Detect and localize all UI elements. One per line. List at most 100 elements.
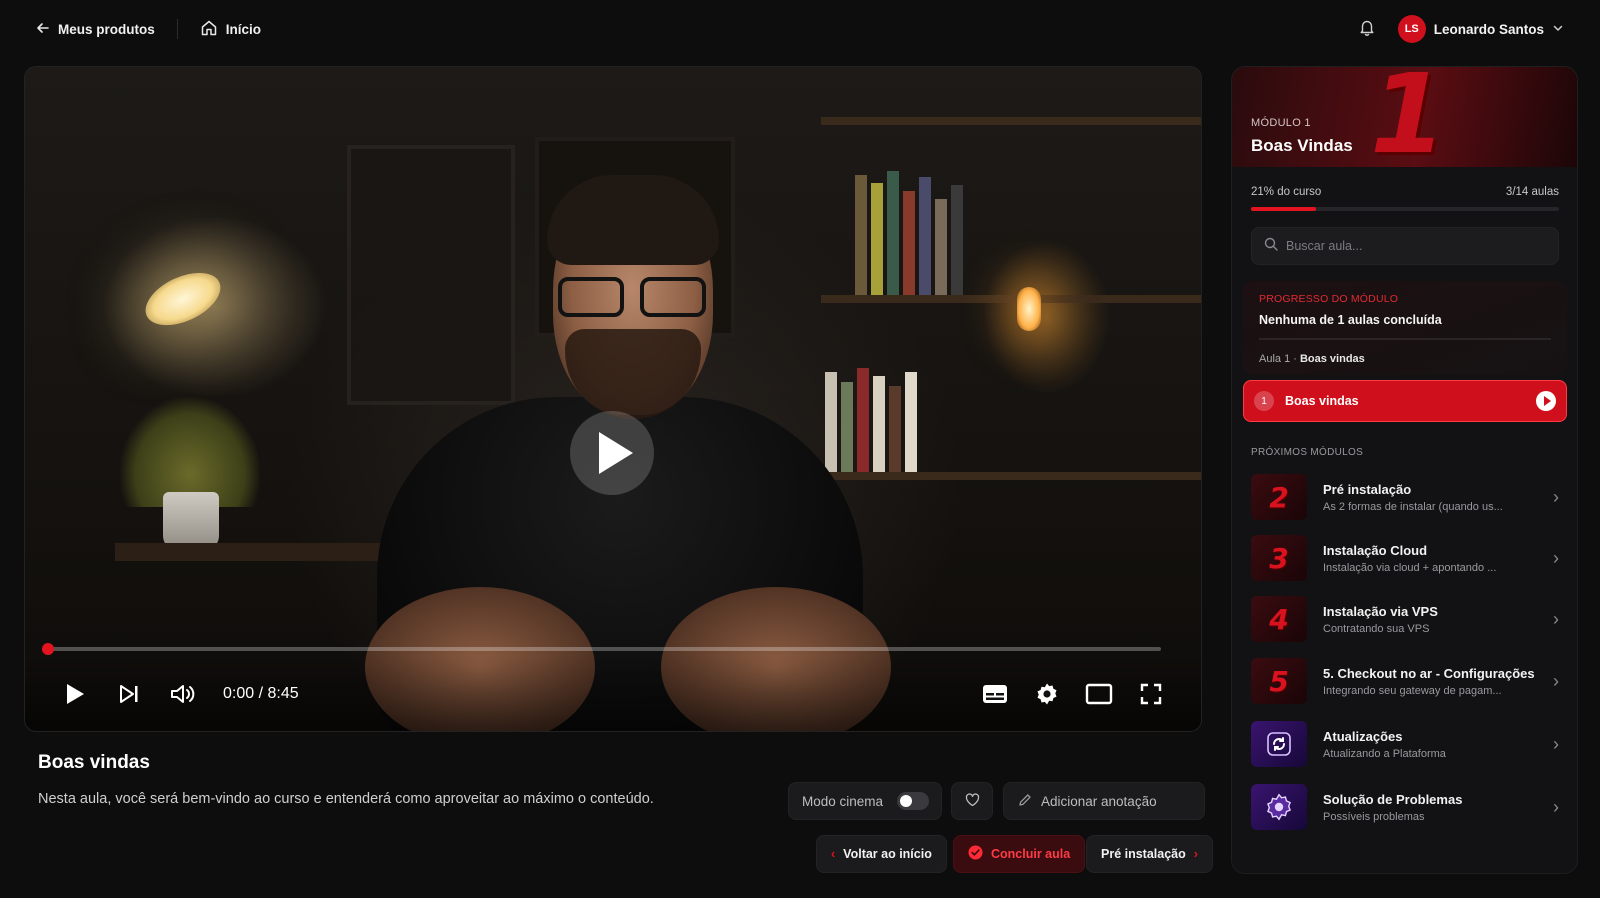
- plant: [120, 397, 260, 507]
- home-label: Início: [225, 21, 262, 37]
- back-to-products-link[interactable]: Meus produtos: [36, 21, 155, 38]
- complete-lesson-button[interactable]: Concluir aula: [953, 835, 1086, 873]
- home-icon: [200, 19, 218, 40]
- search-icon: [1264, 237, 1278, 256]
- module-thumbnail-2: 2: [1251, 474, 1307, 520]
- top-bar: Meus produtos Início LS Leonardo Santos: [0, 0, 1600, 58]
- chevron-right-icon: ›: [1553, 733, 1559, 754]
- current-lesson-name: Boas vindas: [1299, 353, 1365, 365]
- refresh-icon: [1251, 721, 1307, 767]
- shelf: [821, 295, 1201, 303]
- module-item-subtitle: Atualizando a Plataforma: [1323, 747, 1446, 760]
- module-item-pre-installation[interactable]: 2 Pré instalação As 2 formas de instalar …: [1251, 473, 1559, 521]
- plant-pot: [163, 492, 219, 550]
- lessons-count: 3/14 aulas: [1505, 186, 1559, 198]
- module-thumbnail-5: 5: [1251, 658, 1307, 704]
- next-modules-heading: PRÓXIMOS MÓDULOS: [1251, 447, 1364, 458]
- chevron-right-icon: ›: [1553, 486, 1559, 507]
- topbar-right: LS Leonardo Santos: [1358, 15, 1564, 43]
- cinema-mode-toggle[interactable]: Modo cinema: [788, 782, 942, 820]
- module-item-vps-installation[interactable]: 4 Instalação via VPS Contratando sua VPS …: [1251, 595, 1559, 643]
- player-controls: 0:00 / 8:45: [25, 655, 1201, 731]
- module-progress-label: PROGRESSO DO MÓDULO: [1259, 293, 1399, 305]
- module-item-subtitle: Integrando seu gateway de pagam...: [1323, 684, 1502, 697]
- player-controls-right: [981, 680, 1165, 708]
- module-progress-value: Nenhuma de 1 aulas concluída: [1259, 313, 1442, 327]
- module-item-subtitle: Instalação via cloud + apontando ...: [1323, 561, 1497, 574]
- light-bulb: [1017, 287, 1041, 331]
- back-to-start-label: Voltar ao início: [843, 847, 932, 861]
- module-number-graphic: 1: [1370, 66, 1447, 178]
- chevron-right-icon: ›: [1193, 847, 1198, 861]
- lesson-item-active[interactable]: 1 Boas vindas: [1243, 380, 1567, 422]
- chevron-down-icon: [1552, 22, 1564, 37]
- add-note-button[interactable]: Adicionar anotação: [1003, 782, 1205, 820]
- course-progress-fill: [1251, 207, 1316, 211]
- back-to-start-button[interactable]: ‹ Voltar ao início: [816, 835, 947, 873]
- skip-next-icon[interactable]: [115, 680, 143, 708]
- subtitles-icon[interactable]: [981, 680, 1009, 708]
- module-item-updates[interactable]: Atualizações Atualizando a Plataforma ›: [1251, 720, 1559, 768]
- back-to-products-label: Meus produtos: [58, 21, 155, 37]
- lamp: [137, 262, 229, 336]
- module-progress-card: PROGRESSO DO MÓDULO Nenhuma de 1 aulas c…: [1243, 281, 1567, 375]
- next-lesson-button[interactable]: Pré instalação ›: [1086, 835, 1213, 873]
- course-sidebar: 1 MÓDULO 1 Boas Vindas 21% do curso 3/14…: [1231, 66, 1578, 874]
- video-player[interactable]: 0:00 / 8:45: [24, 66, 1202, 732]
- module-item-troubleshooting[interactable]: Solução de Problemas Possíveis problemas …: [1251, 783, 1559, 831]
- module-item-checkout[interactable]: 5 5. Checkout no ar - Configurações Integ…: [1251, 657, 1559, 705]
- volume-icon[interactable]: [169, 680, 197, 708]
- settings-gear-icon[interactable]: [1033, 680, 1061, 708]
- books: [825, 362, 1025, 472]
- module-thumbnail-3: 3: [1251, 535, 1307, 581]
- module-item-title: Solução de Problemas: [1323, 791, 1463, 807]
- module-item-title: 5. Checkout no ar - Configurações: [1323, 665, 1535, 681]
- module-item-subtitle: As 2 formas de instalar (quando us...: [1323, 500, 1503, 513]
- current-lesson-line: Aula 1 · Boas vindas: [1259, 353, 1365, 365]
- lesson-description: Nesta aula, você será bem-vindo ao curso…: [38, 791, 654, 807]
- play-circle-icon[interactable]: [1536, 391, 1556, 411]
- arrow-left-icon: [36, 21, 50, 38]
- module-header: 1 MÓDULO 1 Boas Vindas: [1232, 66, 1577, 178]
- gear-icon: [1251, 784, 1307, 830]
- lesson-number-badge: 1: [1254, 391, 1274, 411]
- home-link[interactable]: Início: [200, 19, 261, 40]
- chevron-right-icon: ›: [1553, 796, 1559, 817]
- module-item-subtitle: Possíveis problemas: [1323, 810, 1425, 823]
- shelf: [821, 472, 1201, 480]
- play-icon[interactable]: [61, 680, 89, 708]
- course-progress: 21% do curso 3/14 aulas: [1251, 186, 1559, 211]
- big-play-button[interactable]: [570, 411, 654, 495]
- lesson-title: Boas vindas: [38, 752, 150, 773]
- heart-icon: [965, 792, 980, 810]
- user-name: Leonardo Santos: [1433, 21, 1544, 37]
- module-thumbnail-4: 4: [1251, 596, 1307, 642]
- avatar: LS: [1397, 15, 1426, 43]
- module-label: MÓDULO 1: [1251, 117, 1311, 129]
- theater-mode-icon[interactable]: [1085, 680, 1113, 708]
- complete-lesson-label: Concluir aula: [991, 847, 1071, 861]
- add-note-label: Adicionar anotação: [1041, 793, 1157, 809]
- module-item-title: Pré instalação: [1323, 481, 1412, 497]
- search-input[interactable]: [1286, 239, 1546, 253]
- module-item-subtitle: Contratando sua VPS: [1323, 622, 1430, 635]
- user-menu[interactable]: LS Leonardo Santos: [1397, 15, 1564, 43]
- fullscreen-icon[interactable]: [1137, 680, 1165, 708]
- cinema-mode-label: Modo cinema: [802, 793, 884, 809]
- module-progress-bar: [1259, 338, 1551, 340]
- video-progress-bar[interactable]: [42, 643, 1161, 655]
- background-poster: [347, 145, 515, 405]
- course-progress-bar: [1251, 207, 1559, 211]
- favorite-button[interactable]: [951, 782, 993, 820]
- module-item-title: Instalação Cloud: [1323, 542, 1428, 558]
- chevron-right-icon: ›: [1553, 547, 1559, 568]
- side-table: [115, 543, 405, 561]
- cinema-mode-switch[interactable]: [897, 792, 930, 810]
- presenter-hair: [547, 175, 719, 265]
- current-lesson-prefix: Aula 1 ·: [1259, 353, 1300, 365]
- module-item-cloud-installation[interactable]: 3 Instalação Cloud Instalação via cloud +…: [1251, 534, 1559, 582]
- lesson-search[interactable]: [1251, 227, 1559, 265]
- bell-icon[interactable]: [1358, 18, 1376, 41]
- module-title: Boas Vindas: [1251, 136, 1353, 155]
- video-progress-handle[interactable]: [42, 643, 54, 655]
